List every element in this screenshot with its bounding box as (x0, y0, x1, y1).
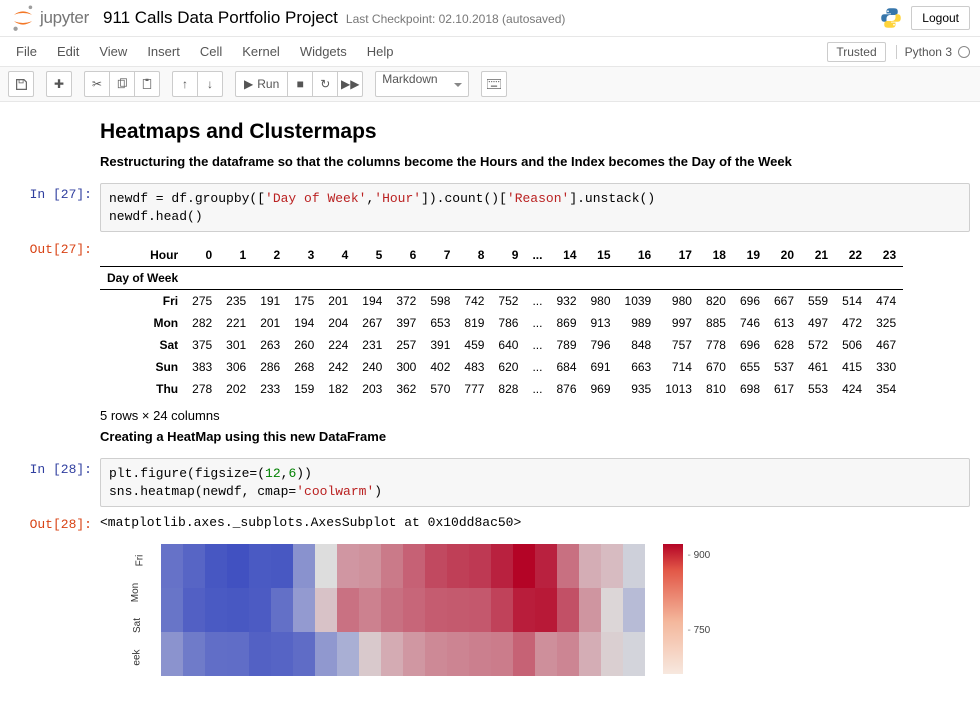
jupyter-icon (10, 4, 36, 32)
colorbar (663, 544, 683, 674)
python-icon (879, 6, 903, 30)
code-cell[interactable]: In [27]: newdf = df.groupby(['Day of Wee… (10, 183, 970, 232)
code-input[interactable]: plt.figure(figsize=(12,6)) sns.heatmap(n… (100, 458, 970, 507)
copy-icon (116, 78, 128, 90)
output-text: <matplotlib.axes._subplots.AxesSubplot a… (100, 513, 970, 532)
markdown-cell[interactable]: Heatmaps and Clustermaps Restructuring t… (10, 120, 970, 169)
markdown-text: Creating a HeatMap using this new DataFr… (100, 429, 970, 444)
notebook-container: Heatmaps and Clustermaps Restructuring t… (0, 102, 980, 722)
jupyter-logo[interactable]: jupyter (10, 4, 89, 32)
kernel-status-icon (958, 46, 970, 58)
menu-edit[interactable]: Edit (57, 44, 79, 59)
cell-type-value: Markdown (382, 72, 437, 86)
output-cell: Out[28]: <matplotlib.axes._subplots.Axes… (10, 513, 970, 676)
logout-button[interactable]: Logout (911, 6, 970, 30)
run-icon: ▶ (244, 77, 253, 91)
table-caption: 5 rows × 24 columns (100, 408, 970, 423)
heatmap-figure: FriMonSateek 900750 (100, 532, 970, 676)
menu-file[interactable]: File (16, 44, 37, 59)
menu-insert[interactable]: Insert (147, 44, 180, 59)
save-icon (15, 78, 28, 91)
interrupt-button[interactable]: ■ (287, 71, 313, 97)
input-prompt: In [28]: (10, 458, 100, 507)
markdown-cell[interactable]: Creating a HeatMap using this new DataFr… (10, 429, 970, 444)
arrow-down-icon: ↓ (207, 77, 213, 91)
cell-type-select[interactable]: Markdown (375, 71, 469, 97)
code-input[interactable]: newdf = df.groupby(['Day of Week','Hour'… (100, 183, 970, 232)
menu-widgets[interactable]: Widgets (300, 44, 347, 59)
copy-button[interactable] (109, 71, 135, 97)
move-down-button[interactable]: ↓ (197, 71, 223, 97)
run-button[interactable]: ▶ Run (235, 71, 288, 97)
command-palette-button[interactable] (481, 71, 507, 97)
dataframe-table: Hour0123456789...14151617181920212223Day… (100, 244, 903, 400)
fast-forward-icon: ▶▶ (341, 77, 359, 91)
menu-view[interactable]: View (99, 44, 127, 59)
plus-icon: ✚ (54, 77, 64, 91)
toolbar: ✚ ✂ ↑ ↓ ▶ Run ■ ↻ ▶▶ Markdown (0, 67, 980, 102)
output-prompt: Out[27]: (10, 238, 100, 423)
output-prompt: Out[28]: (10, 513, 100, 676)
header: jupyter 911 Calls Data Portfolio Project… (0, 0, 980, 37)
menu-help[interactable]: Help (367, 44, 394, 59)
restart-run-all-button[interactable]: ▶▶ (337, 71, 363, 97)
kernel-name-text: Python 3 (905, 45, 952, 59)
insert-cell-button[interactable]: ✚ (46, 71, 72, 97)
menu-cell[interactable]: Cell (200, 44, 222, 59)
input-prompt: In [27]: (10, 183, 100, 232)
cut-button[interactable]: ✂ (84, 71, 110, 97)
arrow-up-icon: ↑ (182, 77, 188, 91)
checkpoint-text: Last Checkpoint: 02.10.2018 (autosaved) (346, 12, 565, 26)
markdown-text: Restructuring the dataframe so that the … (100, 154, 970, 169)
code-cell[interactable]: In [28]: plt.figure(figsize=(12,6)) sns.… (10, 458, 970, 507)
run-label: Run (257, 77, 279, 91)
paste-button[interactable] (134, 71, 160, 97)
menubar: FileEditViewInsertCellKernelWidgetsHelp … (0, 37, 980, 67)
stop-icon: ■ (297, 77, 304, 91)
menu-kernel[interactable]: Kernel (242, 44, 280, 59)
kernel-indicator[interactable]: Python 3 (896, 45, 970, 59)
paste-icon (141, 78, 153, 90)
logo-text: jupyter (40, 8, 89, 28)
trusted-badge[interactable]: Trusted (827, 42, 885, 62)
cut-icon: ✂ (92, 77, 102, 91)
restart-button[interactable]: ↻ (312, 71, 338, 97)
keyboard-icon (487, 79, 501, 89)
notebook-title[interactable]: 911 Calls Data Portfolio Project (103, 8, 338, 28)
restart-icon: ↻ (320, 77, 330, 91)
save-button[interactable] (8, 71, 34, 97)
markdown-heading: Heatmaps and Clustermaps (100, 120, 970, 144)
output-cell: Out[27]: Hour0123456789...14151617181920… (10, 238, 970, 423)
move-up-button[interactable]: ↑ (172, 71, 198, 97)
